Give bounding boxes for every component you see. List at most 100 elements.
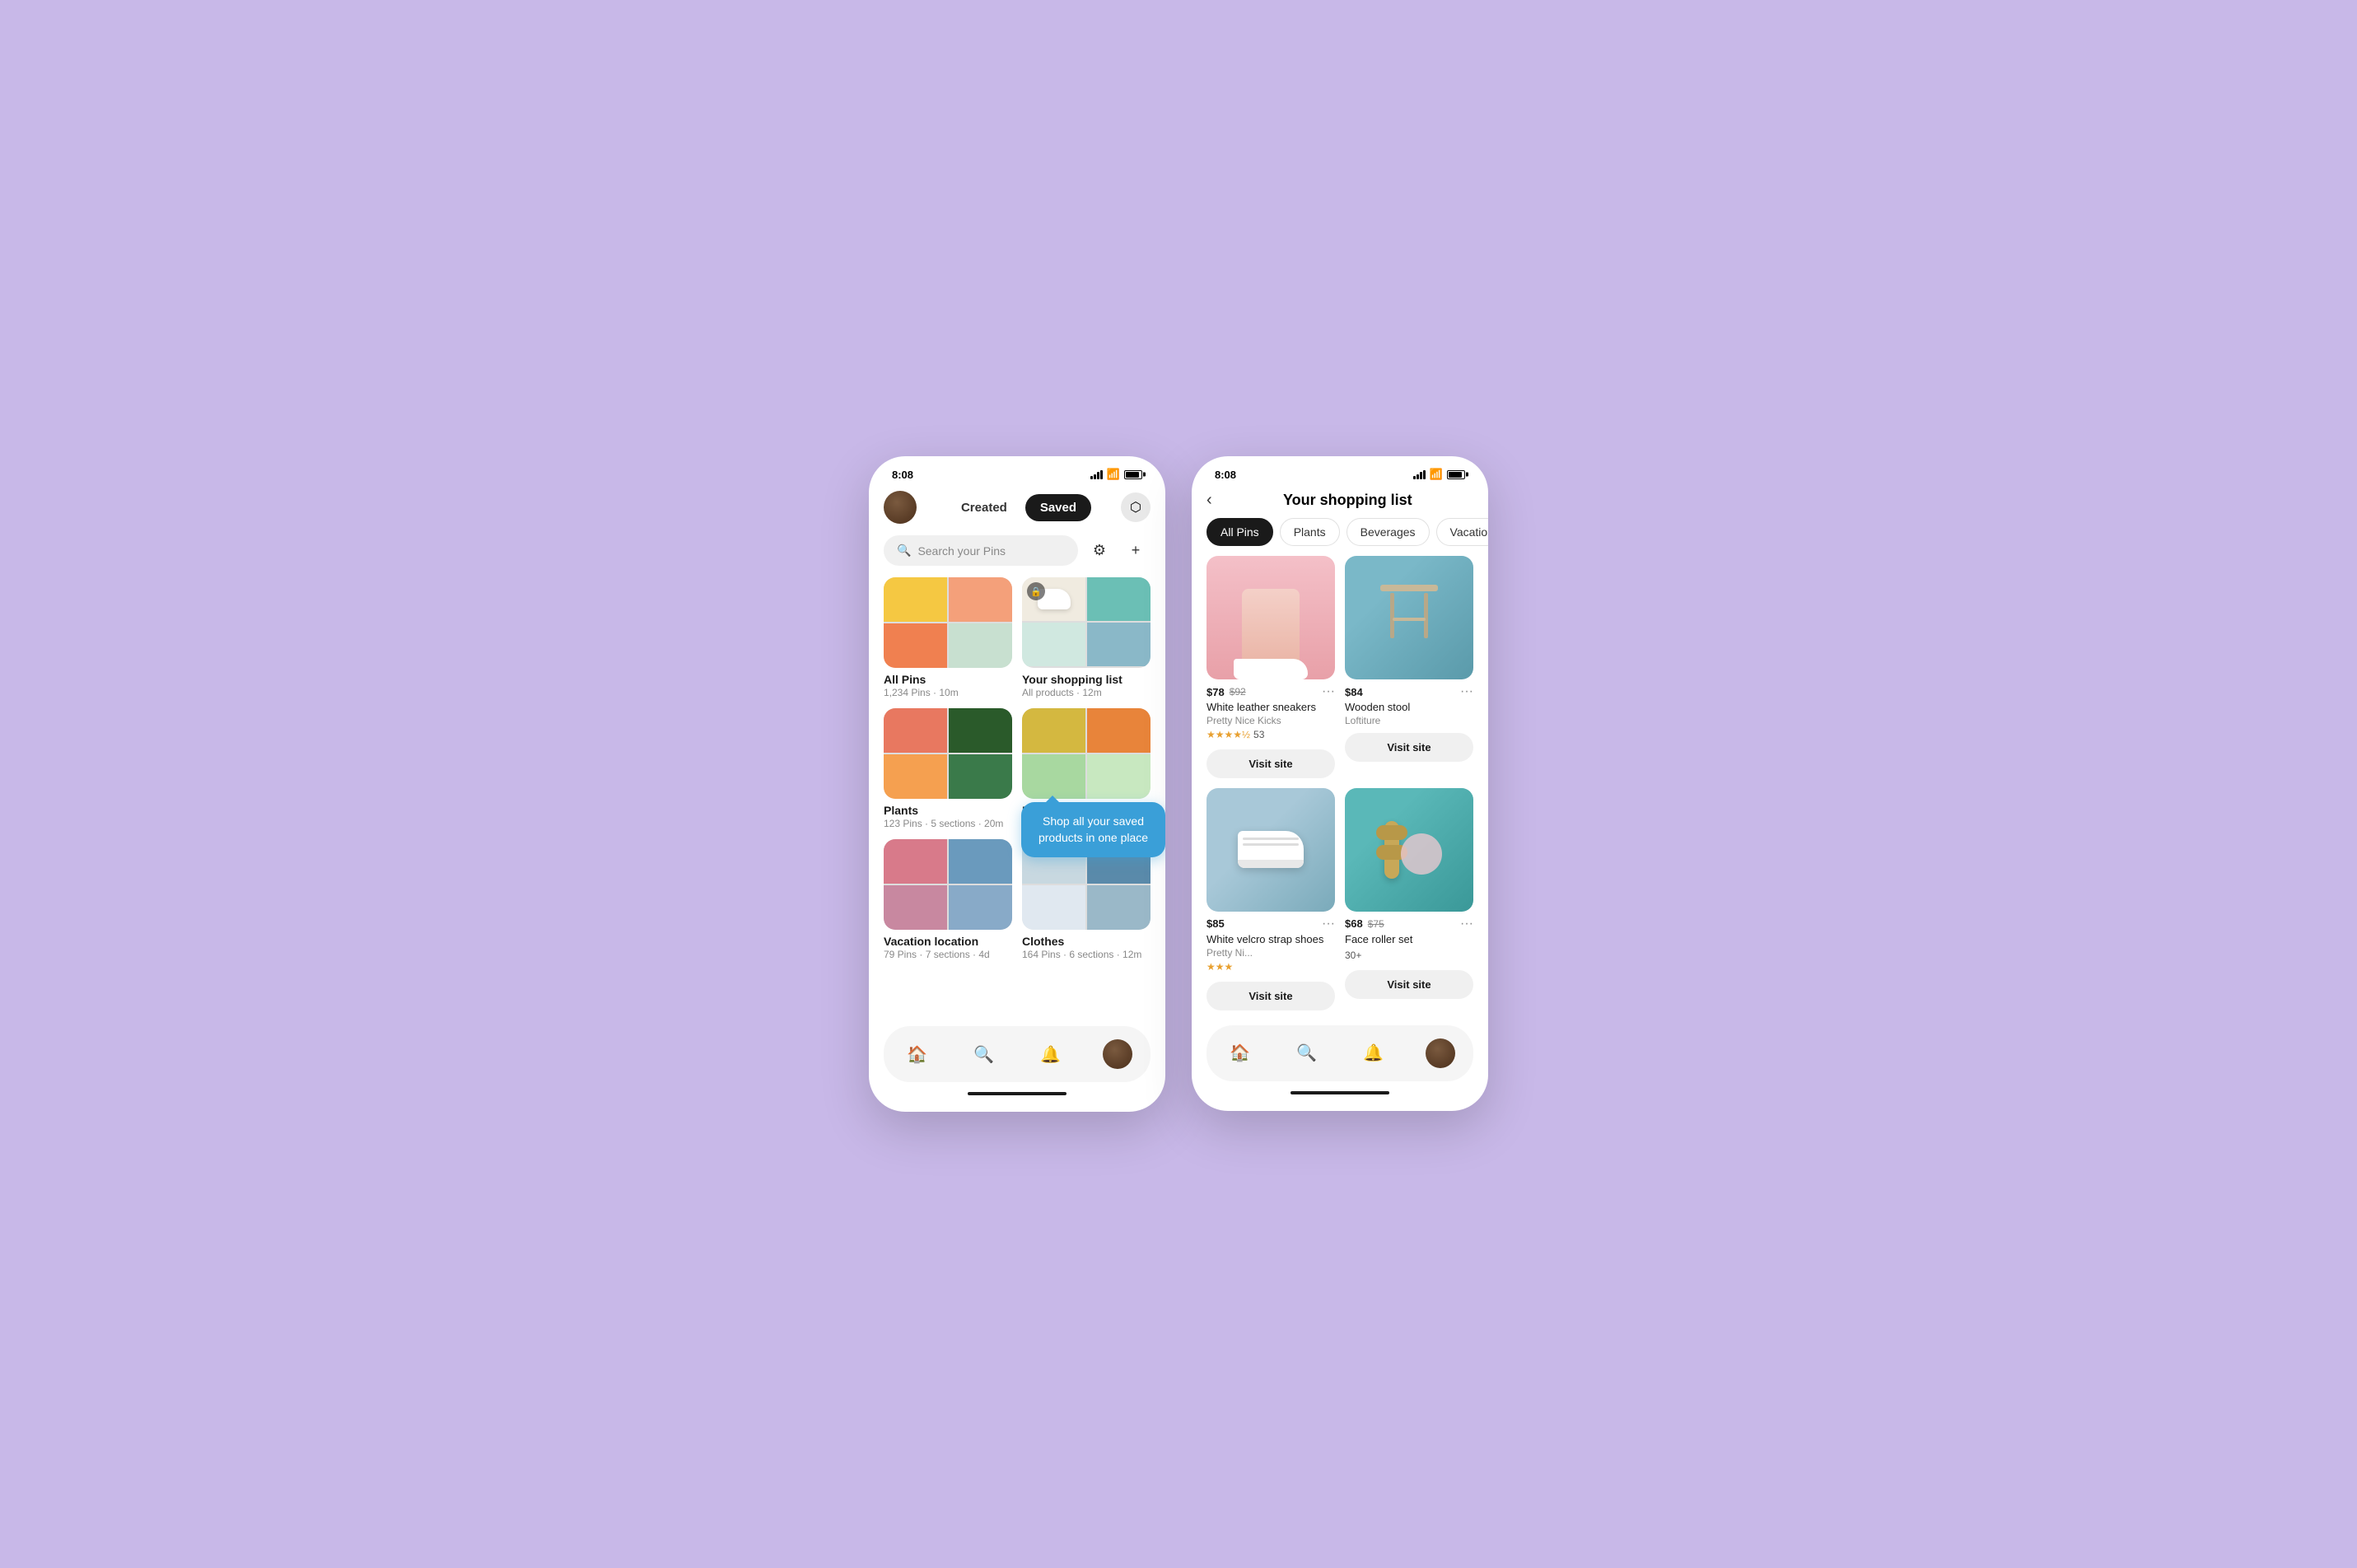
tooltip-text: Shop all your saved products in one plac…: [1038, 814, 1148, 844]
signal-icon: [1090, 470, 1103, 479]
stars-row-velcro: ★★★: [1207, 961, 1335, 973]
review-count-roller: 30+: [1345, 950, 1361, 961]
nav-notifications[interactable]: 🔔: [1031, 1034, 1071, 1074]
battery-icon-2: [1447, 470, 1465, 479]
bottom-nav-1: 🏠 🔍 🔔: [884, 1026, 1150, 1082]
product-stool-image: [1345, 556, 1473, 679]
tab-saved[interactable]: Saved: [1025, 494, 1091, 521]
board-plants[interactable]: Plants 123 Pins · 5 sections · 20m: [884, 708, 1012, 829]
product-stool-info: $84 ··· Wooden stool Loftiture Visit sit…: [1345, 684, 1473, 762]
stars-sneakers: ★★★★½: [1207, 729, 1250, 740]
status-bar-1: 8:08 📶: [869, 456, 1165, 486]
board-clothes-title: Clothes: [1022, 935, 1150, 948]
tab-created[interactable]: Created: [946, 494, 1022, 521]
product-roller-image: [1345, 788, 1473, 912]
more-options-stool[interactable]: ···: [1460, 684, 1473, 699]
board-shopping-title: Your shopping list: [1022, 673, 1150, 686]
home-indicator-1: [968, 1092, 1066, 1095]
nav-search-2[interactable]: 🔍: [1287, 1034, 1327, 1073]
status-icons-2: 📶: [1413, 468, 1465, 481]
filter-tab-all-pins[interactable]: All Pins: [1207, 518, 1273, 546]
product-brand-sneakers: Pretty Nice Kicks: [1207, 715, 1335, 726]
signal-icon-2: [1413, 470, 1426, 479]
product-grid: $78 $92 ··· White leather sneakers Prett…: [1192, 556, 1488, 1010]
more-options-sneakers[interactable]: ···: [1322, 684, 1335, 699]
board-plants-images: [884, 708, 1012, 799]
stars-row-roller: 30+: [1345, 950, 1473, 961]
product-stool[interactable]: $84 ··· Wooden stool Loftiture Visit sit…: [1345, 556, 1473, 778]
wifi-icon-2: 📶: [1430, 468, 1443, 481]
search-bar: 🔍 Search your Pins ⚙ +: [884, 535, 1150, 566]
avatar[interactable]: [884, 491, 917, 524]
wifi-icon: 📶: [1107, 468, 1120, 481]
velcro-shoe-shape: [1238, 831, 1304, 868]
more-options-velcro[interactable]: ···: [1322, 917, 1335, 931]
visit-btn-velcro[interactable]: Visit site: [1207, 982, 1335, 1010]
product-roller-info: $68 $75 ··· Face roller set 30+ Visit si…: [1345, 917, 1473, 999]
tooltip-bubble: Shop all your saved products in one plac…: [1021, 802, 1165, 857]
price-current-velcro: $85: [1207, 917, 1225, 930]
filter-tabs: All Pins Plants Beverages Vacation C: [1192, 518, 1488, 556]
price-original-roller: $75: [1368, 918, 1384, 930]
price-row-roller: $68 $75 ···: [1345, 917, 1473, 931]
product-name-velcro: White velcro strap shoes: [1207, 933, 1335, 947]
product-name-roller: Face roller set: [1345, 933, 1473, 947]
nav-profile[interactable]: [1098, 1034, 1137, 1074]
more-options-roller[interactable]: ···: [1460, 917, 1473, 931]
visit-btn-stool[interactable]: Visit site: [1345, 733, 1473, 762]
filter-tab-vacation[interactable]: Vacation: [1436, 518, 1488, 546]
battery-icon: [1124, 470, 1142, 479]
product-velcro-info: $85 ··· White velcro strap shoes Pretty …: [1207, 917, 1335, 1010]
board-vacation-meta: 79 Pins · 7 sections · 4d: [884, 949, 1012, 960]
phone-1: 8:08 📶 Created Saved: [869, 456, 1165, 1112]
roller-set-shape: [1376, 809, 1442, 891]
price-row-sneakers: $78 $92 ···: [1207, 684, 1335, 699]
lock-icon: 🔒: [1027, 582, 1045, 600]
stars-velcro: ★★★: [1207, 961, 1233, 973]
filter-icon[interactable]: ⚙: [1085, 536, 1114, 566]
board-clothes-meta: 164 Pins · 6 sections · 12m: [1022, 949, 1150, 960]
visit-btn-sneakers[interactable]: Visit site: [1207, 749, 1335, 778]
back-button[interactable]: ‹: [1207, 491, 1212, 510]
product-name-sneakers: White leather sneakers: [1207, 701, 1335, 715]
board-clothes[interactable]: Clothes 164 Pins · 6 sections · 12m: [1022, 839, 1150, 960]
board-vacation-images: [884, 839, 1012, 930]
nav-home[interactable]: 🏠: [898, 1034, 937, 1074]
product-name-stool: Wooden stool: [1345, 701, 1473, 715]
visit-btn-roller[interactable]: Visit site: [1345, 970, 1473, 999]
board-shopping-list[interactable]: 🔒 Your shopping list All products · 12m: [1022, 577, 1150, 698]
board-all-pins[interactable]: All Pins 1,234 Pins · 10m: [884, 577, 1012, 698]
product-brand-velcro: Pretty Ni...: [1207, 947, 1335, 959]
add-icon[interactable]: +: [1121, 536, 1150, 566]
time-1: 8:08: [892, 469, 913, 481]
board-vacation[interactable]: Vacation location 79 Pins · 7 sections ·…: [884, 839, 1012, 960]
filter-tab-plants[interactable]: Plants: [1280, 518, 1340, 546]
review-count-sneakers: 53: [1253, 729, 1264, 740]
settings-icon[interactable]: ⬡: [1121, 492, 1150, 522]
price-row-velcro: $85 ···: [1207, 917, 1335, 931]
search-input-wrap[interactable]: 🔍 Search your Pins: [884, 535, 1078, 566]
filter-tab-beverages[interactable]: Beverages: [1347, 518, 1430, 546]
nav-home-2[interactable]: 🏠: [1221, 1034, 1260, 1073]
nav-notifications-2[interactable]: 🔔: [1354, 1034, 1393, 1073]
board-all-pins-title: All Pins: [884, 673, 1012, 686]
search-icon: 🔍: [897, 544, 911, 558]
bottom-nav-2: 🏠 🔍 🔔: [1207, 1025, 1473, 1081]
nav-search[interactable]: 🔍: [964, 1034, 1004, 1074]
phone-2: 8:08 📶 ‹ Your shopping list: [1192, 456, 1488, 1111]
price-current-roller: $68: [1345, 917, 1363, 930]
price-current-sneakers: $78: [1207, 686, 1225, 698]
product-sneakers[interactable]: $78 $92 ··· White leather sneakers Prett…: [1207, 556, 1335, 778]
board-shopping-meta: All products · 12m: [1022, 687, 1150, 698]
board-beverages-images: [1022, 708, 1150, 799]
product-velcro-image: [1207, 788, 1335, 912]
product-sneakers-image: [1207, 556, 1335, 679]
shoe-shape: [1234, 659, 1308, 679]
price-original-sneakers: $92: [1230, 686, 1246, 698]
nav-profile-2[interactable]: [1421, 1034, 1460, 1073]
phone2-header: ‹ Your shopping list: [1192, 486, 1488, 518]
product-roller[interactable]: $68 $75 ··· Face roller set 30+ Visit si…: [1345, 788, 1473, 1010]
home-indicator-2: [1291, 1091, 1389, 1094]
product-velcro[interactable]: $85 ··· White velcro strap shoes Pretty …: [1207, 788, 1335, 1010]
price-current-stool: $84: [1345, 686, 1363, 698]
